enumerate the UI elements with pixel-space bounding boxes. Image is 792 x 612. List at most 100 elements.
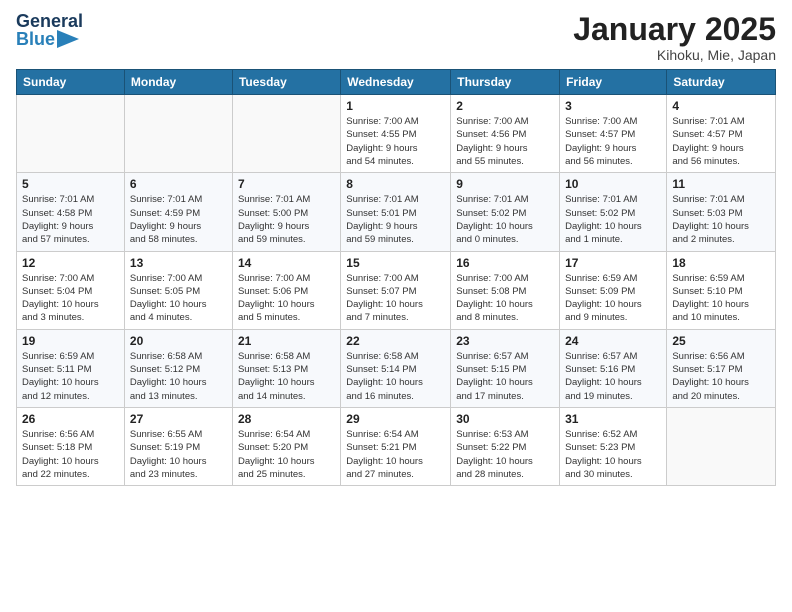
day-number: 27 <box>130 412 227 426</box>
table-row: 15 Sunrise: 7:00 AM Sunset: 5:07 PM Dayli… <box>341 251 451 329</box>
logo: General Blue <box>16 12 83 48</box>
page-title: January 2025 <box>573 12 776 47</box>
day-number: 1 <box>346 99 445 113</box>
day-number: 26 <box>22 412 119 426</box>
table-row: 14Sunrise: 7:00 AM Sunset: 5:06 PM Dayli… <box>232 251 340 329</box>
day-info: Sunrise: 7:00 AM Sunset: 4:57 PM Dayligh… <box>565 115 661 168</box>
day-info: Sunrise: 7:01 AM Sunset: 5:01 PM Dayligh… <box>346 193 445 246</box>
table-row: 30Sunrise: 6:53 AM Sunset: 5:22 PM Dayli… <box>451 407 560 485</box>
logo-general: General <box>16 12 83 30</box>
day-number: 18 <box>672 256 770 270</box>
page-subtitle: Kihoku, Mie, Japan <box>573 47 776 63</box>
day-number: 13 <box>130 256 227 270</box>
day-info: Sunrise: 6:59 AM Sunset: 5:10 PM Dayligh… <box>672 272 770 325</box>
day-info: Sunrise: 7:00 AM Sunset: 5:06 PM Dayligh… <box>238 272 335 325</box>
day-info: Sunrise: 6:56 AM Sunset: 5:18 PM Dayligh… <box>22 428 119 481</box>
day-number: 25 <box>672 334 770 348</box>
day-info: Sunrise: 7:00 AM Sunset: 4:55 PM Dayligh… <box>346 115 445 168</box>
day-number: 16 <box>456 256 554 270</box>
day-info: Sunrise: 7:00 AM Sunset: 5:04 PM Dayligh… <box>22 272 119 325</box>
day-info: Sunrise: 6:59 AM Sunset: 5:11 PM Dayligh… <box>22 350 119 403</box>
day-info: Sunrise: 6:58 AM Sunset: 5:14 PM Dayligh… <box>346 350 445 403</box>
table-row: 26 Sunrise: 6:56 AM Sunset: 5:18 PM Dayli… <box>17 407 125 485</box>
day-info: Sunrise: 6:57 AM Sunset: 5:15 PM Dayligh… <box>456 350 554 403</box>
day-info: Sunrise: 7:01 AM Sunset: 5:02 PM Dayligh… <box>456 193 554 246</box>
day-info: Sunrise: 7:01 AM Sunset: 5:00 PM Dayligh… <box>238 193 335 246</box>
day-info: Sunrise: 6:54 AM Sunset: 5:20 PM Dayligh… <box>238 428 335 481</box>
table-row: 9 Sunrise: 7:01 AM Sunset: 5:02 PM Daylig… <box>451 173 560 251</box>
day-number: 30 <box>456 412 554 426</box>
table-row: 19 Sunrise: 6:59 AM Sunset: 5:11 PM Dayli… <box>17 329 125 407</box>
table-row: 7 Sunrise: 7:01 AM Sunset: 5:00 PM Daylig… <box>232 173 340 251</box>
table-row <box>124 95 232 173</box>
day-info: Sunrise: 7:01 AM Sunset: 5:02 PM Dayligh… <box>565 193 661 246</box>
day-number: 24 <box>565 334 661 348</box>
day-info: Sunrise: 7:01 AM Sunset: 4:59 PM Dayligh… <box>130 193 227 246</box>
day-number: 17 <box>565 256 661 270</box>
day-number: 5 <box>22 177 119 191</box>
table-row: 17 Sunrise: 6:59 AM Sunset: 5:09 PM Dayli… <box>560 251 667 329</box>
table-row: 10 Sunrise: 7:01 AM Sunset: 5:02 PM Dayli… <box>560 173 667 251</box>
day-number: 3 <box>565 99 661 113</box>
day-number: 21 <box>238 334 335 348</box>
table-row: 2Sunrise: 7:00 AM Sunset: 4:56 PM Daylig… <box>451 95 560 173</box>
table-row: 1 Sunrise: 7:00 AM Sunset: 4:55 PM Daylig… <box>341 95 451 173</box>
day-info: Sunrise: 6:57 AM Sunset: 5:16 PM Dayligh… <box>565 350 661 403</box>
day-info: Sunrise: 6:55 AM Sunset: 5:19 PM Dayligh… <box>130 428 227 481</box>
table-row: 4 Sunrise: 7:01 AM Sunset: 4:57 PM Daylig… <box>667 95 776 173</box>
col-monday: Monday <box>124 70 232 95</box>
table-row <box>667 407 776 485</box>
col-sunday: Sunday <box>17 70 125 95</box>
table-row: 12Sunrise: 7:00 AM Sunset: 5:04 PM Dayli… <box>17 251 125 329</box>
day-info: Sunrise: 6:54 AM Sunset: 5:21 PM Dayligh… <box>346 428 445 481</box>
day-info: Sunrise: 6:58 AM Sunset: 5:12 PM Dayligh… <box>130 350 227 403</box>
table-row: 6Sunrise: 7:01 AM Sunset: 4:59 PM Daylig… <box>124 173 232 251</box>
day-info: Sunrise: 7:01 AM Sunset: 4:57 PM Dayligh… <box>672 115 770 168</box>
calendar-week-row: 5 Sunrise: 7:01 AM Sunset: 4:58 PM Daylig… <box>17 173 776 251</box>
table-row: 11 Sunrise: 7:01 AM Sunset: 5:03 PM Dayli… <box>667 173 776 251</box>
day-info: Sunrise: 7:01 AM Sunset: 5:03 PM Dayligh… <box>672 193 770 246</box>
table-row: 3 Sunrise: 7:00 AM Sunset: 4:57 PM Daylig… <box>560 95 667 173</box>
day-number: 8 <box>346 177 445 191</box>
table-row: 28 Sunrise: 6:54 AM Sunset: 5:20 PM Dayli… <box>232 407 340 485</box>
day-info: Sunrise: 6:56 AM Sunset: 5:17 PM Dayligh… <box>672 350 770 403</box>
day-number: 29 <box>346 412 445 426</box>
day-number: 11 <box>672 177 770 191</box>
table-row: 13 Sunrise: 7:00 AM Sunset: 5:05 PM Dayli… <box>124 251 232 329</box>
table-row: 24 Sunrise: 6:57 AM Sunset: 5:16 PM Dayli… <box>560 329 667 407</box>
col-thursday: Thursday <box>451 70 560 95</box>
day-number: 19 <box>22 334 119 348</box>
header: General Blue January 2025 Kihoku, Mie, J… <box>16 12 776 63</box>
day-number: 2 <box>456 99 554 113</box>
day-info: Sunrise: 6:59 AM Sunset: 5:09 PM Dayligh… <box>565 272 661 325</box>
title-block: January 2025 Kihoku, Mie, Japan <box>573 12 776 63</box>
table-row: 20Sunrise: 6:58 AM Sunset: 5:12 PM Dayli… <box>124 329 232 407</box>
table-row: 16 Sunrise: 7:00 AM Sunset: 5:08 PM Dayli… <box>451 251 560 329</box>
table-row: 29 Sunrise: 6:54 AM Sunset: 5:21 PM Dayli… <box>341 407 451 485</box>
day-info: Sunrise: 7:01 AM Sunset: 4:58 PM Dayligh… <box>22 193 119 246</box>
day-info: Sunrise: 7:00 AM Sunset: 5:07 PM Dayligh… <box>346 272 445 325</box>
calendar-header-row: Sunday Monday Tuesday Wednesday Thursday… <box>17 70 776 95</box>
table-row: 27 Sunrise: 6:55 AM Sunset: 5:19 PM Dayli… <box>124 407 232 485</box>
day-info: Sunrise: 7:00 AM Sunset: 5:05 PM Dayligh… <box>130 272 227 325</box>
day-number: 31 <box>565 412 661 426</box>
calendar-week-row: 12Sunrise: 7:00 AM Sunset: 5:04 PM Dayli… <box>17 251 776 329</box>
day-number: 28 <box>238 412 335 426</box>
table-row: 22Sunrise: 6:58 AM Sunset: 5:14 PM Dayli… <box>341 329 451 407</box>
day-number: 4 <box>672 99 770 113</box>
logo-blue: Blue <box>16 30 55 48</box>
table-row <box>232 95 340 173</box>
day-number: 15 <box>346 256 445 270</box>
table-row: 25 Sunrise: 6:56 AM Sunset: 5:17 PM Dayli… <box>667 329 776 407</box>
day-number: 10 <box>565 177 661 191</box>
day-info: Sunrise: 6:58 AM Sunset: 5:13 PM Dayligh… <box>238 350 335 403</box>
table-row: 18 Sunrise: 6:59 AM Sunset: 5:10 PM Dayli… <box>667 251 776 329</box>
calendar: Sunday Monday Tuesday Wednesday Thursday… <box>16 69 776 486</box>
table-row: 5 Sunrise: 7:01 AM Sunset: 4:58 PM Daylig… <box>17 173 125 251</box>
table-row: 21 Sunrise: 6:58 AM Sunset: 5:13 PM Dayli… <box>232 329 340 407</box>
table-row: 23Sunrise: 6:57 AM Sunset: 5:15 PM Dayli… <box>451 329 560 407</box>
day-number: 9 <box>456 177 554 191</box>
calendar-week-row: 26 Sunrise: 6:56 AM Sunset: 5:18 PM Dayli… <box>17 407 776 485</box>
day-info: Sunrise: 7:00 AM Sunset: 5:08 PM Dayligh… <box>456 272 554 325</box>
day-number: 7 <box>238 177 335 191</box>
